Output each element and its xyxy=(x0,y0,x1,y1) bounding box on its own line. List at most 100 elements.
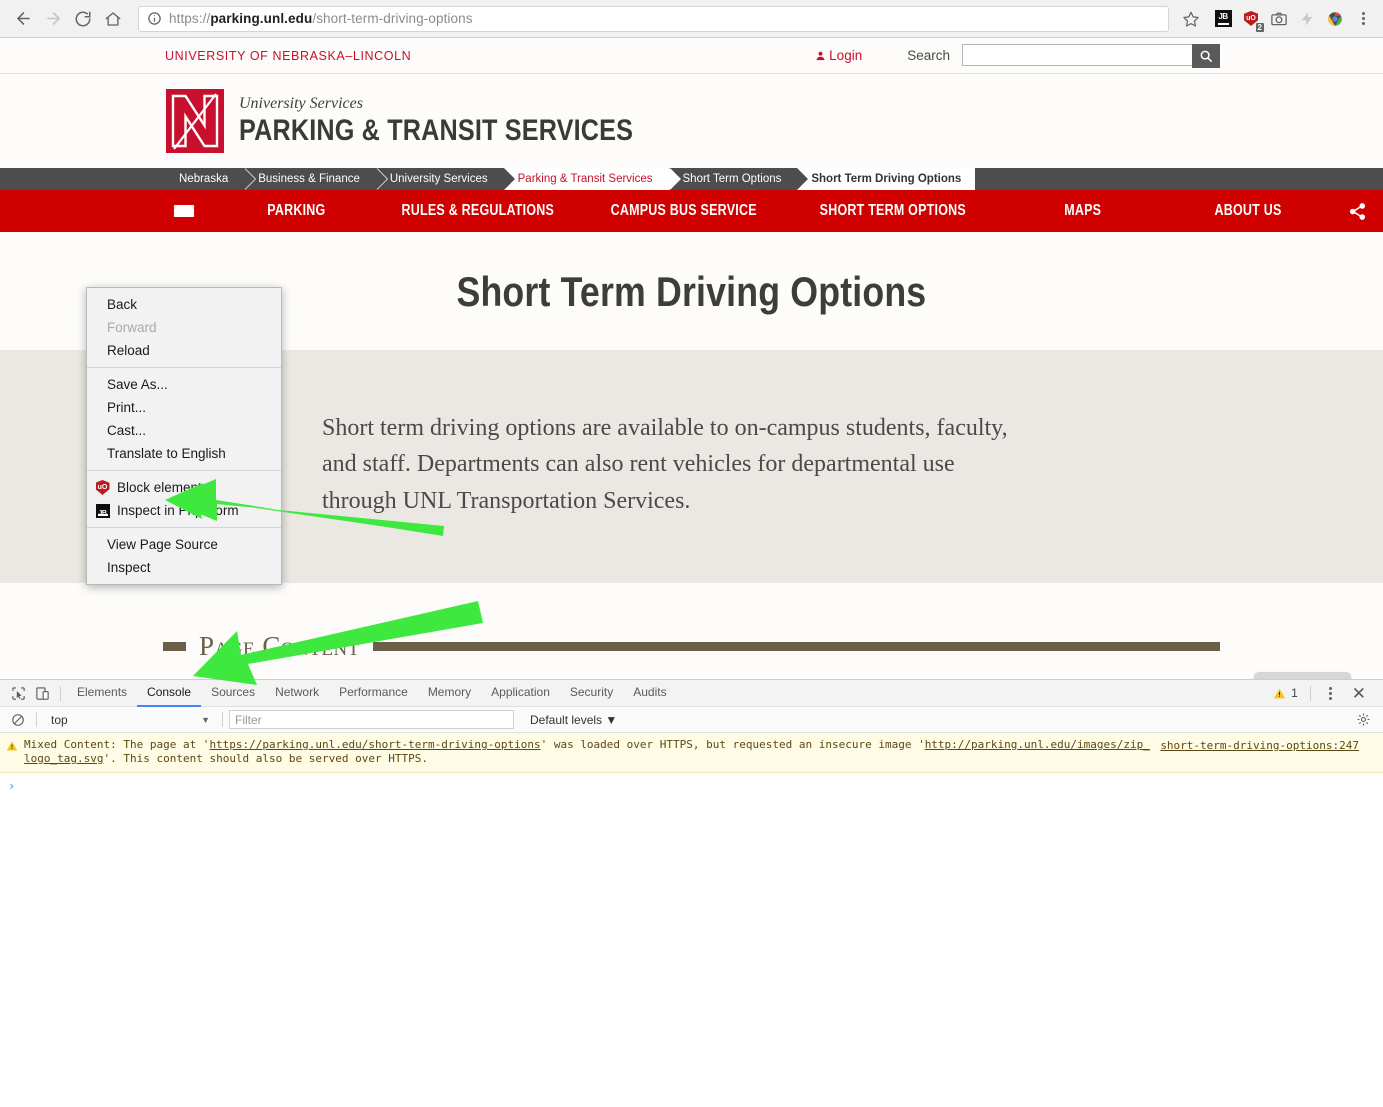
tab-audits[interactable]: Audits xyxy=(623,680,676,707)
warning-triangle-icon xyxy=(1273,688,1286,698)
jb-glyph: JB xyxy=(1214,10,1232,27)
warning-count-indicator[interactable]: 1 xyxy=(1269,686,1302,700)
breadcrumb-item-short-term-options[interactable]: Short Term Options xyxy=(668,168,810,190)
ublock-origin-icon[interactable]: uO 2 xyxy=(1239,7,1264,32)
ublock-shield-glyph: uO xyxy=(95,480,110,495)
home-icon[interactable] xyxy=(98,4,128,34)
context-menu-label: Cast... xyxy=(107,423,147,438)
console-message-source-link[interactable]: short-term-driving-options:247 xyxy=(1160,739,1359,752)
context-menu-item-inspect[interactable]: Inspect xyxy=(87,556,281,579)
breadcrumb: Nebraska Business & Finance University S… xyxy=(0,168,1383,190)
login-label: Login xyxy=(829,48,863,63)
chrome-menu-icon[interactable] xyxy=(1351,7,1375,31)
context-menu-item-print[interactable]: Print... xyxy=(87,396,281,419)
screenshot-camera-icon[interactable] xyxy=(1267,7,1291,31)
toolbar-divider xyxy=(1309,685,1311,701)
reload-icon[interactable] xyxy=(68,4,98,34)
tab-elements[interactable]: Elements xyxy=(67,680,137,707)
url-path: /short-term-driving-options xyxy=(312,11,473,26)
breadcrumb-item-parking-transit-services[interactable]: Parking & Transit Services xyxy=(503,168,681,190)
tab-sources[interactable]: Sources xyxy=(201,680,265,707)
context-menu-item-block-element[interactable]: uO Block element xyxy=(87,476,281,499)
toolbar-divider xyxy=(60,685,61,701)
context-menu-label: View Page Source xyxy=(107,537,218,552)
jetbrains-extension-icon[interactable]: JB xyxy=(1211,7,1235,31)
console-filter-bar: top ▼ Default levels ▼ xyxy=(0,707,1383,733)
more-options-icon[interactable] xyxy=(1319,682,1343,704)
extension-icons: JB uO 2 xyxy=(1211,7,1375,32)
log-levels-dropdown[interactable]: Default levels ▼ xyxy=(530,713,617,727)
nav-item-campus-bus-service[interactable]: CAMPUS BUS SERVICE xyxy=(582,190,785,232)
browser-context-menu: Back Forward Reload Save As... Print... … xyxy=(86,287,282,585)
warning-triangle-icon xyxy=(6,738,20,766)
msg-link-image-url-cont[interactable]: logo_tag.svg xyxy=(24,752,103,765)
nav-item-parking[interactable]: PARKING xyxy=(219,190,374,232)
search-input[interactable] xyxy=(962,43,1192,66)
nav-item-short-term-options[interactable]: SHORT TERM OPTIONS xyxy=(785,190,1001,232)
brand-subtitle: University Services xyxy=(239,94,363,112)
tab-security[interactable]: Security xyxy=(560,680,623,707)
msg-part-4: '. This content should also be served ov… xyxy=(103,752,428,765)
nav-item-maps[interactable]: MAPS xyxy=(1001,190,1165,232)
msg-link-page-url[interactable]: https://parking.unl.edu/short-term-drivi… xyxy=(209,738,540,751)
context-menu-item-translate-to-english[interactable]: Translate to English xyxy=(87,442,281,465)
device-toolbar-icon[interactable] xyxy=(30,682,54,704)
jb-glyph: JB xyxy=(95,503,110,518)
console-input-prompt[interactable]: › xyxy=(0,773,1383,793)
console-context-select[interactable]: top ▼ xyxy=(43,713,216,727)
tab-console[interactable]: Console xyxy=(137,680,202,707)
nav-item-rules-regulations[interactable]: RULES & REGULATIONS xyxy=(374,190,582,232)
console-context-value: top xyxy=(51,712,68,727)
msg-link-image-url[interactable]: http://parking.unl.edu/images/zip_ xyxy=(925,738,1150,751)
site-brand[interactable]: University Services PARKING & TRANSIT SE… xyxy=(0,74,1383,168)
context-menu-label: Save As... xyxy=(107,377,168,392)
devtools-tabs: Elements Console Sources Network Perform… xyxy=(67,680,677,707)
close-icon[interactable]: ✕ xyxy=(1345,685,1373,702)
address-bar[interactable]: https://parking.unl.edu/short-term-drivi… xyxy=(138,5,1169,32)
context-menu-item-back[interactable]: Back xyxy=(87,293,281,316)
context-menu-separator xyxy=(87,527,281,528)
section-heading: Page Content xyxy=(199,631,360,662)
search-box xyxy=(962,43,1220,68)
hamburger-menu-icon[interactable] xyxy=(165,190,219,232)
tab-memory[interactable]: Memory xyxy=(418,680,481,707)
utility-bar: UNIVERSITY OF NEBRASKA–LINCOLN Login Sea… xyxy=(0,38,1383,73)
chrome-profile-icon[interactable] xyxy=(1323,7,1347,31)
tab-application[interactable]: Application xyxy=(481,680,560,707)
main-navigation: PARKING RULES & REGULATIONS CAMPUS BUS S… xyxy=(0,190,1383,232)
console-filter-input[interactable] xyxy=(229,710,514,729)
browser-toolbar: https://parking.unl.edu/short-term-drivi… xyxy=(0,0,1383,38)
filterbar-divider xyxy=(222,712,223,727)
tab-network[interactable]: Network xyxy=(265,680,329,707)
forward-arrow-icon xyxy=(38,4,68,34)
breadcrumb-item-business-finance[interactable]: Business & Finance xyxy=(244,168,388,190)
gear-icon[interactable] xyxy=(1356,712,1377,727)
clear-console-icon[interactable] xyxy=(6,709,30,731)
chevron-down-icon: ▼ xyxy=(605,712,618,727)
search-submit-button[interactable] xyxy=(1192,43,1220,68)
bookmark-star-icon[interactable] xyxy=(1177,5,1205,33)
intro-paragraph: Short term driving options are available… xyxy=(322,415,1008,514)
back-arrow-icon[interactable] xyxy=(8,4,38,34)
nav-item-about-us[interactable]: ABOUT US xyxy=(1164,190,1332,232)
page-title: Short Term Driving Options xyxy=(456,268,927,315)
context-menu-item-reload[interactable]: Reload xyxy=(87,339,281,362)
context-menu-item-save-as[interactable]: Save As... xyxy=(87,373,281,396)
inspect-element-icon[interactable] xyxy=(6,682,30,704)
section-heading-row: Page Content xyxy=(0,631,1383,662)
page-info-icon[interactable] xyxy=(147,11,162,26)
breadcrumb-item-university-services[interactable]: University Services xyxy=(375,168,516,190)
context-menu-label: Block element xyxy=(117,480,202,495)
heading-rule-right xyxy=(372,642,1220,652)
login-link[interactable]: Login xyxy=(815,48,862,63)
context-menu-separator xyxy=(87,470,281,471)
context-menu-item-inspect-in-phpstorm[interactable]: JB Inspect in PhpStorm xyxy=(87,499,281,522)
share-icon[interactable] xyxy=(1332,190,1383,232)
context-menu-item-cast[interactable]: Cast... xyxy=(87,419,281,442)
tab-performance[interactable]: Performance xyxy=(329,680,418,707)
context-menu-item-view-page-source[interactable]: View Page Source xyxy=(87,533,281,556)
console-message-warning[interactable]: Mixed Content: The page at 'https://park… xyxy=(0,733,1383,773)
lightning-bolt-icon[interactable] xyxy=(1295,7,1319,31)
warning-count: 1 xyxy=(1291,686,1298,700)
breadcrumb-item-nebraska[interactable]: Nebraska xyxy=(165,168,257,190)
